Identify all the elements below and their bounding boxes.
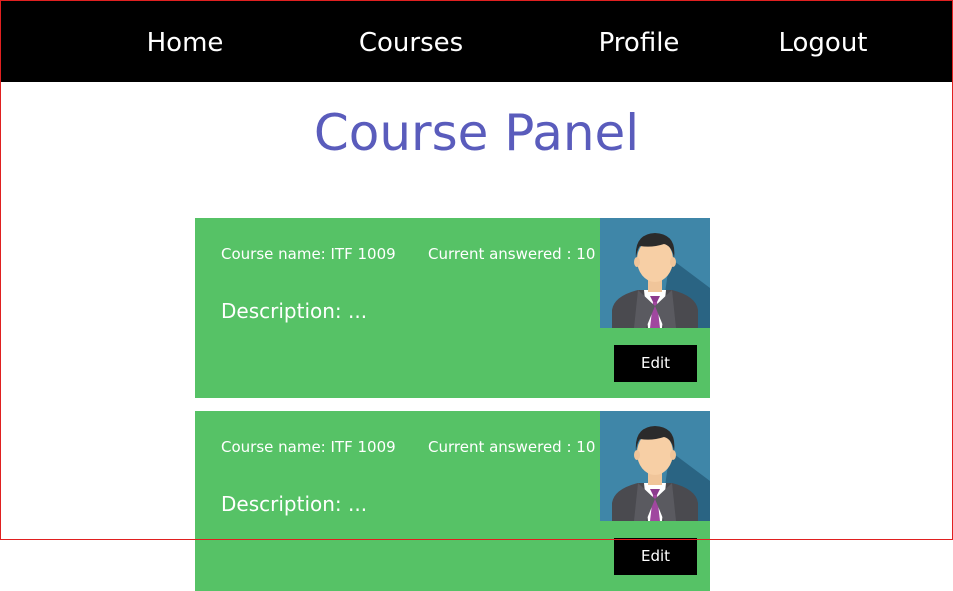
nav-logout-link[interactable]: Logout: [778, 1, 867, 82]
current-answered-label: Current answered : 10: [428, 245, 596, 263]
edit-button[interactable]: Edit: [614, 538, 697, 575]
person-avatar-icon: [600, 218, 710, 328]
course-description: Description: ...: [221, 299, 368, 323]
nav-courses-link[interactable]: Courses: [359, 1, 463, 82]
edit-button[interactable]: Edit: [614, 345, 697, 382]
course-card: Course name: ITF 1009 Current answered :…: [195, 218, 710, 398]
top-navbar: Home Courses Profile Logout: [1, 1, 952, 82]
course-name-label: Course name: ITF 1009: [221, 438, 396, 456]
nav-profile-link[interactable]: Profile: [599, 1, 680, 82]
person-avatar-icon: [600, 411, 710, 521]
course-name-label: Course name: ITF 1009: [221, 245, 396, 263]
nav-home-link[interactable]: Home: [147, 1, 224, 82]
course-description: Description: ...: [221, 492, 368, 516]
current-answered-label: Current answered : 10: [428, 438, 596, 456]
course-card: Course name: ITF 1009 Current answered :…: [195, 411, 710, 591]
page-title: Course Panel: [313, 104, 640, 162]
